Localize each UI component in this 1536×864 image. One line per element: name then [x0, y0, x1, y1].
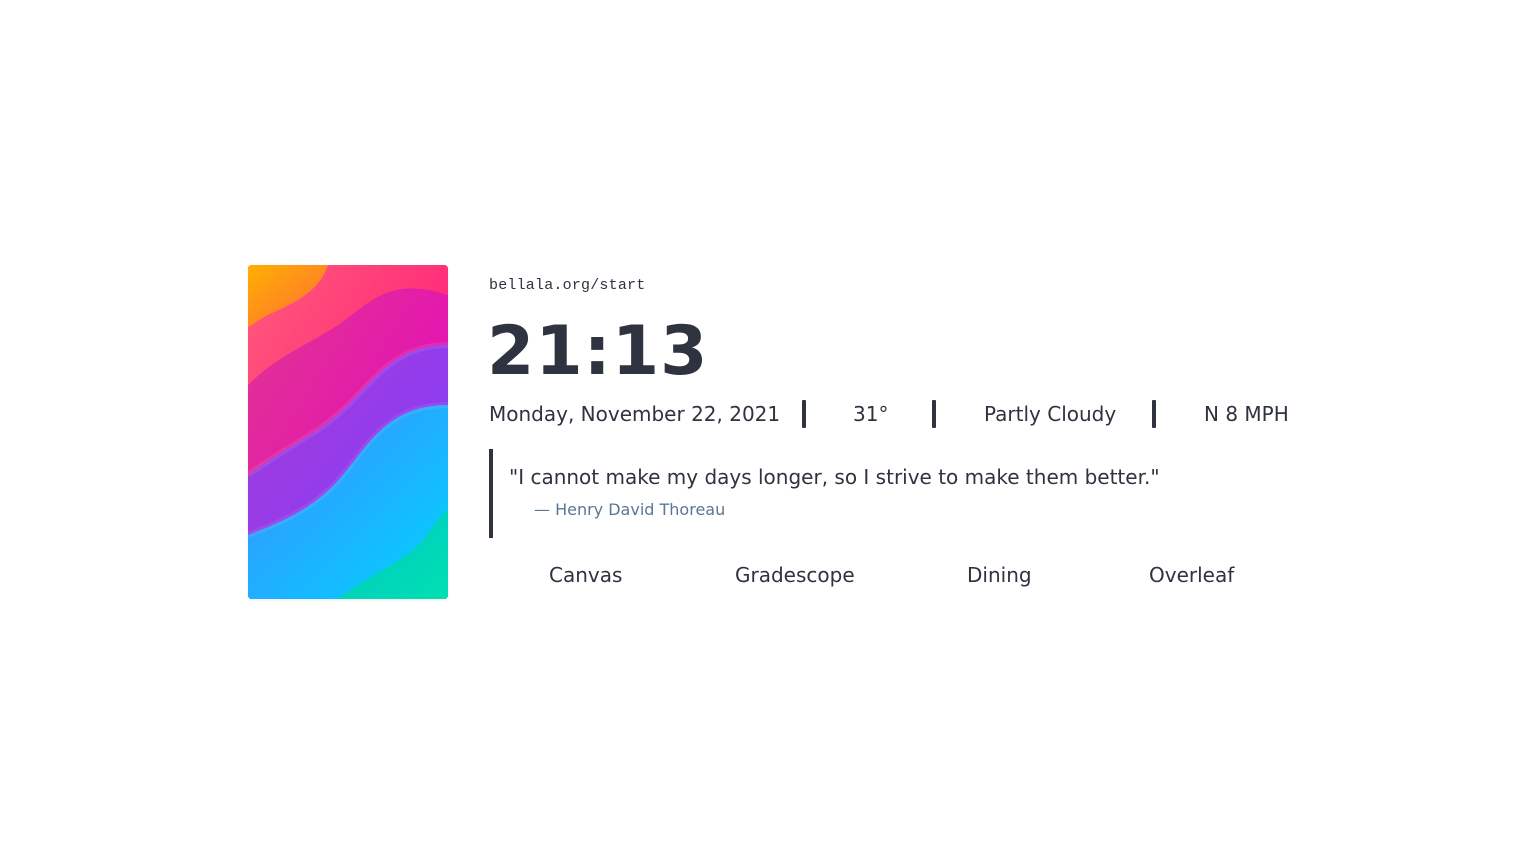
divider: [1152, 400, 1156, 428]
link-gradescope[interactable]: Gradescope: [735, 559, 855, 591]
quote-block: "I cannot make my days longer, so I stri…: [489, 449, 1312, 538]
divider: [932, 400, 936, 428]
wind-speed: N 8 MPH: [1204, 402, 1289, 426]
weather-condition: Partly Cloudy: [984, 402, 1117, 426]
site-url: bellala.org/start: [489, 277, 646, 294]
quote-author: — Henry David Thoreau: [534, 500, 726, 519]
wallpaper-image: [248, 265, 448, 599]
link-overleaf[interactable]: Overleaf: [1149, 559, 1234, 591]
clock-time: 21:13: [487, 312, 709, 391]
dashboard-content: bellala.org/start 21:13 Monday, November…: [487, 265, 1308, 599]
weather-info-row: Monday, November 22, 2021 31° Partly Clo…: [489, 398, 1308, 430]
quick-links: Canvas Gradescope Dining Overleaf: [489, 559, 1308, 591]
current-date: Monday, November 22, 2021: [489, 402, 781, 426]
link-dining[interactable]: Dining: [967, 559, 1032, 591]
quote-text: "I cannot make my days longer, so I stri…: [509, 465, 1160, 489]
temperature: 31°: [853, 402, 889, 426]
start-page: bellala.org/start 21:13 Monday, November…: [248, 265, 1308, 599]
divider: [802, 400, 806, 428]
link-canvas[interactable]: Canvas: [549, 559, 622, 591]
